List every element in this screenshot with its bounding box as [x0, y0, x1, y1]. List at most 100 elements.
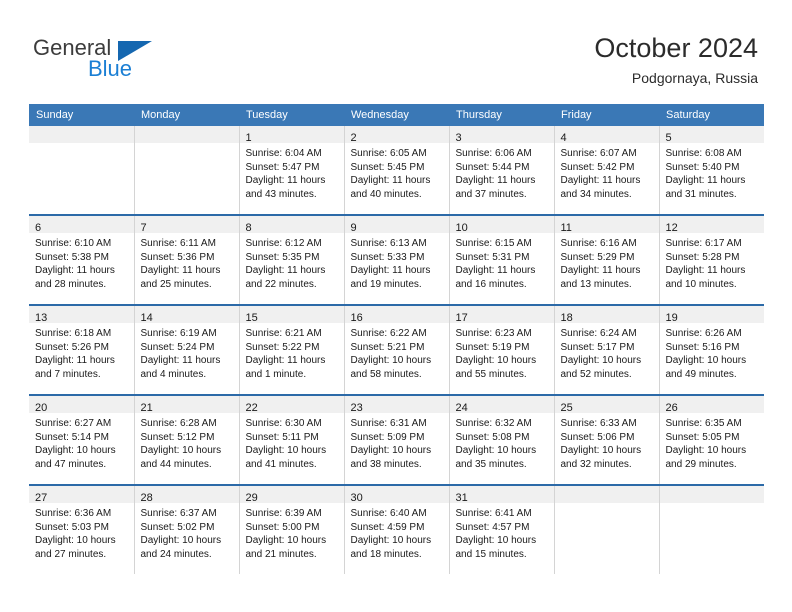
calendar-day-cell[interactable]: 30 Sunrise: 6:40 AM Sunset: 4:59 PM Dayligh… — [343, 484, 449, 574]
sunset-text: Sunset: 5:45 PM — [350, 161, 425, 173]
calendar-day-cell[interactable]: 12 Sunrise: 6:17 AM Sunset: 5:28 PM Dayligh… — [658, 214, 764, 305]
calendar-day-cell[interactable]: 1 Sunrise: 6:04 AM Sunset: 5:47 PM Daylight… — [238, 126, 344, 215]
calendar-day-cell[interactable]: 22 Sunrise: 6:30 AM Sunset: 5:11 PM Dayligh… — [238, 394, 344, 485]
day-number-band: 19 — [659, 306, 764, 324]
weekday-header-monday: Monday — [134, 104, 239, 126]
day-number: 17 — [455, 312, 468, 324]
day-number: 8 — [245, 222, 252, 234]
daylight-text: and 13 minutes. — [560, 278, 632, 290]
weekday-header-saturday: Saturday — [659, 104, 764, 126]
day-cell-inner: 15 Sunrise: 6:21 AM Sunset: 5:22 PM Dayligh… — [239, 306, 344, 394]
calendar-day-cell[interactable]: 25 Sunrise: 6:33 AM Sunset: 5:06 PM Dayligh… — [553, 394, 659, 485]
calendar-page: General Blue October 2024 Podgornaya, Ru… — [0, 0, 792, 612]
calendar-day-cell[interactable]: 19 Sunrise: 6:26 AM Sunset: 5:16 PM Dayligh… — [658, 304, 764, 395]
calendar-day-cell[interactable]: 8 Sunrise: 6:12 AM Sunset: 5:35 PM Daylight… — [238, 214, 344, 305]
day-cell-inner: 1 Sunrise: 6:04 AM Sunset: 5:47 PM Daylight… — [239, 126, 344, 214]
sunset-text: Sunset: 5:16 PM — [665, 341, 740, 353]
sunrise-text: Sunrise: 6:33 AM — [560, 418, 637, 429]
sunset-text: Sunset: 5:22 PM — [245, 341, 320, 353]
sunset-text: Sunset: 5:02 PM — [140, 521, 215, 533]
day-cell-inner: 13 Sunrise: 6:18 AM Sunset: 5:26 PM Dayligh… — [29, 306, 134, 394]
day-cell-inner: 21 Sunrise: 6:28 AM Sunset: 5:12 PM Dayligh… — [134, 396, 239, 484]
day-number: 14 — [140, 312, 153, 324]
daylight-text: Daylight: 10 hours — [455, 355, 537, 366]
day-number-band: 16 — [344, 306, 449, 324]
daylight-text: Daylight: 10 hours — [350, 445, 432, 456]
sunset-text: Sunset: 5:47 PM — [245, 161, 320, 173]
day-cell-inner — [659, 486, 764, 574]
calendar-day-cell[interactable]: 31 Sunrise: 6:41 AM Sunset: 4:57 PM Dayligh… — [448, 484, 554, 574]
day-cell-details: Sunrise: 6:36 AM Sunset: 5:03 PM Daylight:… — [29, 503, 134, 561]
calendar-day-cell[interactable]: 21 Sunrise: 6:28 AM Sunset: 5:12 PM Dayligh… — [133, 394, 239, 485]
day-number-band: 27 — [29, 486, 134, 504]
sunrise-text: Sunrise: 6:18 AM — [35, 328, 112, 339]
calendar-day-cell[interactable]: 24 Sunrise: 6:32 AM Sunset: 5:08 PM Dayligh… — [448, 394, 554, 485]
daylight-text: Daylight: 11 hours — [245, 355, 326, 366]
calendar-day-cell[interactable]: 10 Sunrise: 6:15 AM Sunset: 5:31 PM Dayligh… — [448, 214, 554, 305]
calendar-day-cell[interactable]: 28 Sunrise: 6:37 AM Sunset: 5:02 PM Dayligh… — [133, 484, 239, 574]
page-header: General Blue October 2024 Podgornaya, Ru… — [0, 0, 792, 100]
sunset-text: Sunset: 5:11 PM — [245, 431, 319, 443]
day-cell-details: Sunrise: 6:04 AM Sunset: 5:47 PM Daylight:… — [240, 143, 344, 201]
logo-text-blue: Blue — [88, 56, 133, 81]
calendar-day-cell[interactable]: 13 Sunrise: 6:18 AM Sunset: 5:26 PM Dayligh… — [29, 304, 134, 395]
calendar-day-cell[interactable]: 5 Sunrise: 6:08 AM Sunset: 5:40 PM Daylight… — [658, 126, 765, 215]
calendar-day-cell[interactable]: 23 Sunrise: 6:31 AM Sunset: 5:09 PM Dayligh… — [343, 394, 449, 485]
calendar-day-cell[interactable]: 6 Sunrise: 6:10 AM Sunset: 5:38 PM Daylight… — [29, 214, 134, 305]
day-number-band — [134, 126, 239, 143]
daylight-text: and 29 minutes. — [665, 458, 737, 470]
day-number-band: 4 — [554, 126, 659, 144]
weekday-header-sunday: Sunday — [29, 104, 134, 126]
calendar-day-cell[interactable]: 26 Sunrise: 6:35 AM Sunset: 5:05 PM Dayligh… — [658, 394, 764, 485]
calendar-day-cell[interactable]: 17 Sunrise: 6:23 AM Sunset: 5:19 PM Dayligh… — [448, 304, 554, 395]
day-cell-details: Sunrise: 6:22 AM Sunset: 5:21 PM Daylight:… — [345, 323, 449, 381]
weekday-header-wednesday: Wednesday — [344, 104, 449, 126]
day-cell-inner: 6 Sunrise: 6:10 AM Sunset: 5:38 PM Daylight… — [29, 216, 134, 304]
sunset-text: Sunset: 5:05 PM — [665, 431, 740, 443]
sunrise-text: Sunrise: 6:31 AM — [350, 418, 427, 429]
daylight-text: and 15 minutes. — [455, 548, 527, 560]
daylight-text: and 43 minutes. — [245, 188, 317, 200]
day-number-band: 14 — [134, 306, 239, 324]
calendar-day-cell[interactable]: 27 Sunrise: 6:36 AM Sunset: 5:03 PM Dayligh… — [29, 484, 134, 574]
calendar-day-cell[interactable]: 15 Sunrise: 6:21 AM Sunset: 5:22 PM Dayligh… — [238, 304, 344, 395]
day-cell-inner — [29, 126, 134, 214]
day-cell-inner: 26 Sunrise: 6:35 AM Sunset: 5:05 PM Dayligh… — [659, 396, 764, 484]
calendar-day-cell[interactable]: 3 Sunrise: 6:06 AM Sunset: 5:44 PM Daylight… — [448, 126, 554, 215]
calendar-day-cell[interactable]: 18 Sunrise: 6:24 AM Sunset: 5:17 PM Dayligh… — [553, 304, 659, 395]
calendar-day-cell[interactable]: 2 Sunrise: 6:05 AM Sunset: 5:45 PM Daylight… — [343, 126, 449, 215]
daylight-text: and 24 minutes. — [140, 548, 212, 560]
calendar-day-cell[interactable]: 4 Sunrise: 6:07 AM Sunset: 5:42 PM Daylight… — [553, 126, 659, 215]
calendar-body: 1 Sunrise: 6:04 AM Sunset: 5:47 PM Daylight… — [29, 126, 764, 574]
calendar-day-cell[interactable]: 11 Sunrise: 6:16 AM Sunset: 5:29 PM Dayligh… — [553, 214, 659, 305]
day-number: 15 — [245, 312, 258, 324]
day-cell-inner: 2 Sunrise: 6:05 AM Sunset: 5:45 PM Daylight… — [344, 126, 449, 214]
sunset-text: Sunset: 5:33 PM — [350, 251, 425, 263]
calendar-day-cell[interactable]: 7 Sunrise: 6:11 AM Sunset: 5:36 PM Daylight… — [133, 214, 239, 305]
calendar-week-row: 13 Sunrise: 6:18 AM Sunset: 5:26 PM Dayligh… — [29, 304, 764, 395]
day-cell-inner: 29 Sunrise: 6:39 AM Sunset: 5:00 PM Dayligh… — [239, 486, 344, 574]
sunrise-text: Sunrise: 6:37 AM — [140, 508, 217, 519]
day-number-band: 28 — [134, 486, 239, 504]
day-number-band: 2 — [344, 126, 449, 144]
sunrise-text: Sunrise: 6:12 AM — [245, 238, 322, 249]
daylight-text: Daylight: 11 hours — [455, 175, 536, 186]
day-number: 3 — [455, 132, 462, 144]
daylight-text: Daylight: 10 hours — [245, 445, 327, 456]
generalblue-logo[interactable]: General Blue — [33, 36, 213, 88]
day-cell-inner: 20 Sunrise: 6:27 AM Sunset: 5:14 PM Dayligh… — [29, 396, 134, 484]
day-number-band: 29 — [239, 486, 344, 504]
day-cell-inner: 22 Sunrise: 6:30 AM Sunset: 5:11 PM Dayligh… — [239, 396, 344, 484]
calendar-day-cell[interactable]: 29 Sunrise: 6:39 AM Sunset: 5:00 PM Dayligh… — [238, 484, 344, 574]
day-number-band — [29, 126, 134, 143]
calendar-day-cell[interactable]: 16 Sunrise: 6:22 AM Sunset: 5:21 PM Dayligh… — [343, 304, 449, 395]
sunrise-text: Sunrise: 6:08 AM — [665, 148, 742, 159]
sunset-text: Sunset: 5:21 PM — [350, 341, 425, 353]
daylight-text: Daylight: 10 hours — [35, 535, 116, 546]
calendar-day-cell[interactable]: 20 Sunrise: 6:27 AM Sunset: 5:14 PM Dayligh… — [29, 394, 134, 485]
day-cell-inner: 27 Sunrise: 6:36 AM Sunset: 5:03 PM Dayligh… — [29, 486, 134, 574]
daylight-text: Daylight: 11 hours — [245, 265, 326, 276]
calendar-day-cell[interactable]: 9 Sunrise: 6:13 AM Sunset: 5:33 PM Daylight… — [343, 214, 449, 305]
day-cell-details: Sunrise: 6:08 AM Sunset: 5:40 PM Daylight:… — [660, 143, 765, 201]
calendar-day-cell[interactable]: 14 Sunrise: 6:19 AM Sunset: 5:24 PM Dayligh… — [133, 304, 239, 395]
